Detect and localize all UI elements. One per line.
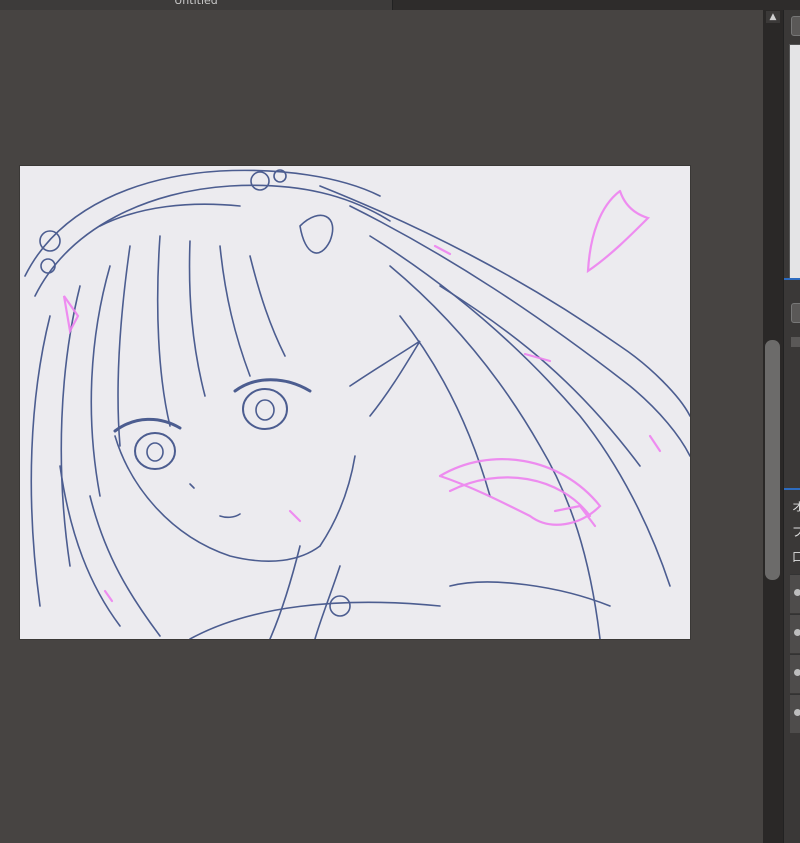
navigator-preview[interactable] [789,44,800,280]
layer-row[interactable] [790,574,800,613]
document-tab-bar: Untitled [0,0,800,10]
scroll-up-icon[interactable]: ▲ [766,11,780,23]
side-panel: オ ブ 口 [783,10,800,843]
scroll-thumb[interactable] [765,340,780,580]
layer-blend-label: ブ [792,525,800,539]
layer-lock-label: 口 [792,550,800,564]
vertical-scrollbar[interactable]: ▲ [763,10,783,843]
sketch-artwork [24,169,690,639]
document-tab-title: Untitled [174,0,218,7]
panel-tool-icon[interactable] [791,303,800,323]
document-tab[interactable]: Untitled [0,0,393,10]
panel-menu-icon[interactable] [791,16,800,36]
layer-row[interactable] [790,614,800,653]
panel-divider [784,488,800,490]
visibility-eye-icon[interactable] [794,589,800,596]
panel-divider [784,278,800,280]
layer-mode-label: オ [792,500,800,514]
visibility-eye-icon[interactable] [794,629,800,636]
layer-row[interactable] [790,654,800,693]
drawing-canvas[interactable] [20,166,690,639]
layer-row[interactable] [790,694,800,733]
panel-slider[interactable] [791,337,800,347]
visibility-eye-icon[interactable] [794,669,800,676]
visibility-eye-icon[interactable] [794,709,800,716]
